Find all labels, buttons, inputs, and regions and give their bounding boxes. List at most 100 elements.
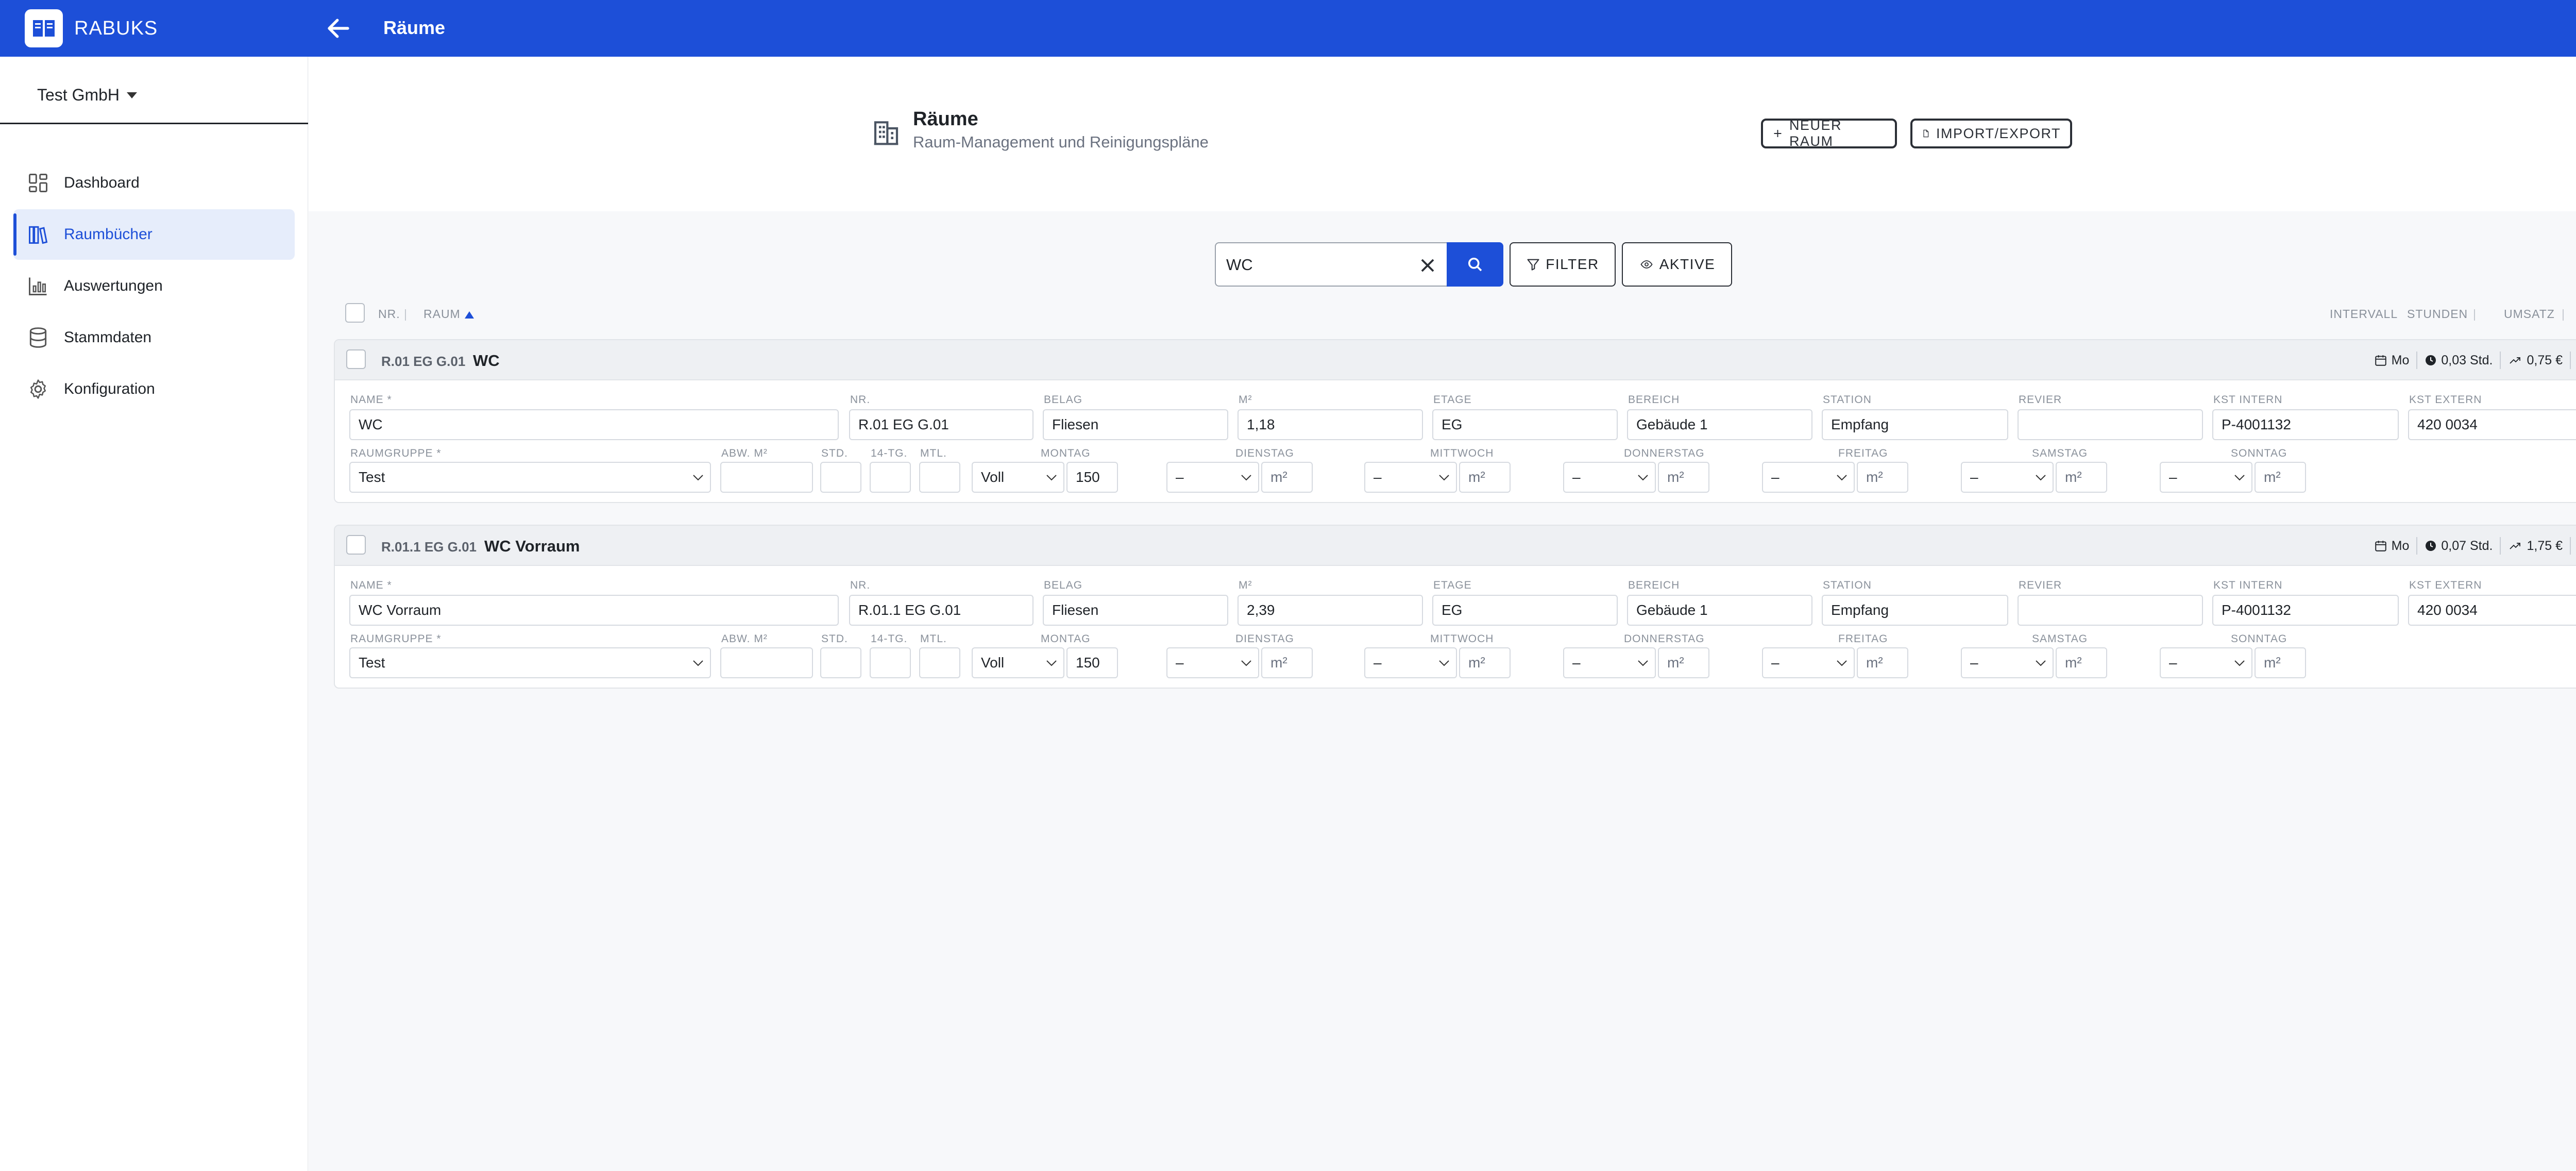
station-field[interactable]: Empfang: [1822, 595, 2008, 626]
label-raumgruppe: RAUMGRUPPE *: [350, 447, 442, 459]
montag-m2-field[interactable]: 150: [1066, 647, 1118, 678]
m2-field[interactable]: 2,39: [1238, 595, 1423, 626]
label-belag: BELAG: [1044, 394, 1083, 406]
sidebar-item-stammdaten[interactable]: Stammdaten: [13, 312, 295, 363]
freitag-m2-field[interactable]: m²: [1857, 647, 1908, 678]
freitag-mode-select[interactable]: –: [1762, 462, 1855, 493]
station-field[interactable]: Empfang: [1822, 409, 2008, 440]
chevron-down-icon: [1046, 475, 1057, 481]
montag-mode-select[interactable]: Voll: [972, 647, 1064, 678]
column-intervall[interactable]: INTERVALL: [2330, 307, 2398, 321]
kst-extern-field[interactable]: 420 0034: [2408, 595, 2576, 626]
belag-field[interactable]: Fliesen: [1043, 595, 1228, 626]
room-checkbox[interactable]: [346, 349, 366, 369]
chevron-down-icon: [1046, 660, 1057, 666]
m2-field[interactable]: 1,18: [1238, 409, 1423, 440]
column-raum[interactable]: RAUM: [423, 307, 474, 321]
raumgruppe-select[interactable]: Test: [349, 462, 711, 493]
back-arrow-icon[interactable]: [325, 14, 352, 42]
filter-button[interactable]: FILTER: [1510, 242, 1616, 287]
freitag-mode-select[interactable]: –: [1762, 647, 1855, 678]
montag-mode-select[interactable]: Voll: [972, 462, 1064, 493]
samstag-mode-select[interactable]: –: [1961, 647, 2054, 678]
raumgruppe-select[interactable]: Test: [349, 647, 711, 678]
active-filter-button[interactable]: AKTIVE: [1622, 242, 1732, 287]
import-export-label: IMPORT/EXPORT: [1936, 125, 2061, 141]
etage-field[interactable]: EG: [1432, 595, 1618, 626]
sonntag-m2-field[interactable]: m²: [2255, 647, 2306, 678]
freitag-m2-field[interactable]: m²: [1857, 462, 1908, 493]
document-icon: [1923, 129, 1929, 138]
kst-extern-field[interactable]: 420 0034: [2408, 409, 2576, 440]
room-card-header[interactable]: R.01 EG G.01 WC Mo 0,03 Std. 0,75 €: [335, 340, 2576, 380]
abw-m2-field[interactable]: [720, 647, 813, 678]
close-icon[interactable]: [1418, 256, 1437, 275]
dienstag-m2-field[interactable]: m²: [1261, 462, 1313, 493]
donnerstag-m2-field[interactable]: m²: [1658, 462, 1709, 493]
room-checkbox[interactable]: [346, 535, 366, 555]
column-stunden[interactable]: STUNDEN: [2407, 307, 2468, 321]
active-label: AKTIVE: [1659, 256, 1716, 272]
14tg-field[interactable]: [870, 462, 911, 493]
donnerstag-m2-field[interactable]: m²: [1658, 647, 1709, 678]
search-input[interactable]: [1226, 254, 1412, 276]
label-dienstag: DIENSTAG: [1235, 633, 1294, 645]
label-mtl: MTL.: [920, 447, 947, 459]
sidebar-item-auswertungen[interactable]: Auswertungen: [13, 261, 295, 311]
name-field[interactable]: WC: [349, 409, 839, 440]
chevron-down-icon: [2234, 475, 2245, 481]
samstag-mode-select[interactable]: –: [1961, 462, 2054, 493]
mtl-field[interactable]: [919, 647, 960, 678]
std-field[interactable]: [820, 647, 861, 678]
page-subtitle: Raum-Management und Reinigungspläne: [913, 133, 1209, 151]
brand[interactable]: RABUKS: [25, 9, 158, 47]
bereich-field[interactable]: Gebäude 1: [1627, 409, 1812, 440]
etage-field[interactable]: EG: [1432, 409, 1618, 440]
page-title: Räume: [913, 108, 978, 130]
samstag-m2-field[interactable]: m²: [2056, 462, 2107, 493]
room-card-header[interactable]: R.01.1 EG G.01 WC Vorraum Mo 0,07 Std. 1…: [335, 526, 2576, 566]
sonntag-mode-select[interactable]: –: [2160, 462, 2252, 493]
donnerstag-mode-select[interactable]: –: [1563, 647, 1656, 678]
samstag-m2-field[interactable]: m²: [2056, 647, 2107, 678]
dienstag-mode-select[interactable]: –: [1166, 647, 1259, 678]
montag-m2-field[interactable]: 150: [1066, 462, 1118, 493]
kst-intern-field[interactable]: P-4001132: [2212, 409, 2399, 440]
name-field[interactable]: WC Vorraum: [349, 595, 839, 626]
label-std: STD.: [821, 447, 848, 459]
sidebar: Test GmbH Dashboard Raumbücher Auswertun…: [0, 57, 308, 1171]
select-all-checkbox[interactable]: [345, 303, 365, 323]
14tg-field[interactable]: [870, 647, 911, 678]
revier-field[interactable]: [2018, 595, 2203, 626]
std-field[interactable]: [820, 462, 861, 493]
new-room-button[interactable]: NEUER RAUM: [1761, 118, 1897, 149]
search-button[interactable]: [1447, 242, 1503, 287]
column-umsatz[interactable]: UMSATZ: [2504, 307, 2555, 321]
dienstag-m2-field[interactable]: m²: [1261, 647, 1313, 678]
label-nr: NR.: [850, 579, 871, 591]
import-export-button[interactable]: IMPORT/EXPORT: [1910, 119, 2072, 148]
sidebar-item-konfiguration[interactable]: Konfiguration: [13, 364, 295, 414]
samstag-mode-value: –: [1970, 655, 1978, 671]
nr-field[interactable]: R.01.1 EG G.01: [849, 595, 1033, 626]
company-selector[interactable]: Test GmbH: [37, 86, 138, 105]
abw-m2-field[interactable]: [720, 462, 813, 493]
column-nr[interactable]: NR.: [378, 307, 400, 321]
mittwoch-mode-select[interactable]: –: [1364, 462, 1457, 493]
belag-field[interactable]: Fliesen: [1043, 409, 1228, 440]
sonntag-m2-field[interactable]: m²: [2255, 462, 2306, 493]
dienstag-mode-select[interactable]: –: [1166, 462, 1259, 493]
sidebar-item-raumbuecher[interactable]: Raumbücher: [13, 209, 295, 260]
kst-intern-field[interactable]: P-4001132: [2212, 595, 2399, 626]
nr-field[interactable]: R.01 EG G.01: [849, 409, 1033, 440]
revier-field[interactable]: [2018, 409, 2203, 440]
mittwoch-m2-field[interactable]: m²: [1459, 647, 1511, 678]
mittwoch-m2-field[interactable]: m²: [1459, 462, 1511, 493]
sonntag-mode-select[interactable]: –: [2160, 647, 2252, 678]
mittwoch-mode-select[interactable]: –: [1364, 647, 1457, 678]
label-abw-m2: ABW. M²: [721, 633, 768, 645]
mtl-field[interactable]: [919, 462, 960, 493]
bereich-field[interactable]: Gebäude 1: [1627, 595, 1812, 626]
donnerstag-mode-select[interactable]: –: [1563, 462, 1656, 493]
sidebar-item-dashboard[interactable]: Dashboard: [13, 158, 295, 208]
